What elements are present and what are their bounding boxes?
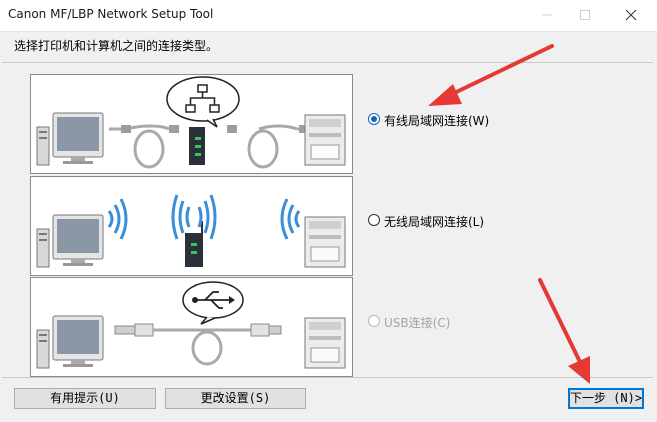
usb-cable-icon bbox=[114, 323, 282, 366]
title-bar: Canon MF/LBP Network Setup Tool bbox=[0, 0, 657, 32]
wired-lan-illustration bbox=[30, 74, 353, 174]
lan-plug-icon bbox=[227, 125, 237, 133]
router-icon bbox=[189, 127, 205, 165]
maximize-button[interactable] bbox=[563, 0, 607, 30]
close-button[interactable] bbox=[609, 0, 653, 30]
instruction-text: 选择打印机和计算机之间的连接类型。 bbox=[14, 39, 219, 53]
maximize-icon bbox=[580, 10, 590, 20]
printer-icon bbox=[304, 216, 346, 268]
wireless-lan-illustration bbox=[30, 176, 353, 276]
change-settings-button[interactable]: 更改设置(S) bbox=[165, 388, 306, 409]
close-icon bbox=[625, 9, 637, 21]
lan-plug-icon bbox=[169, 125, 179, 133]
radio-button-checked[interactable] bbox=[368, 113, 380, 125]
option-label: USB连接(C) bbox=[384, 316, 451, 330]
lan-cable-icon bbox=[109, 124, 311, 169]
wireless-signal-icon bbox=[171, 194, 217, 240]
wireless-signal-icon bbox=[107, 198, 128, 240]
radio-button[interactable] bbox=[368, 214, 380, 226]
option-label: 无线局域网连接(L) bbox=[384, 215, 485, 229]
network-bubble-icon bbox=[166, 76, 240, 128]
computer-icon bbox=[36, 214, 104, 268]
printer-icon bbox=[304, 317, 346, 369]
radio-button-disabled bbox=[368, 315, 380, 327]
computer-icon bbox=[36, 112, 104, 166]
usb-illustration bbox=[30, 277, 353, 377]
next-button[interactable]: 下一步 (N)> bbox=[568, 388, 644, 409]
minimize-icon bbox=[542, 14, 552, 16]
wireless-signal-icon bbox=[280, 198, 301, 240]
option-label: 有线局域网连接(W) bbox=[384, 114, 490, 128]
computer-icon bbox=[36, 315, 104, 369]
router-icon bbox=[185, 221, 203, 267]
window-title: Canon MF/LBP Network Setup Tool bbox=[8, 7, 214, 21]
printer-icon bbox=[304, 114, 346, 166]
lan-plug-icon bbox=[121, 125, 131, 133]
hint-button[interactable]: 有用提示(U) bbox=[14, 388, 156, 409]
usb-bubble-icon bbox=[182, 281, 244, 325]
